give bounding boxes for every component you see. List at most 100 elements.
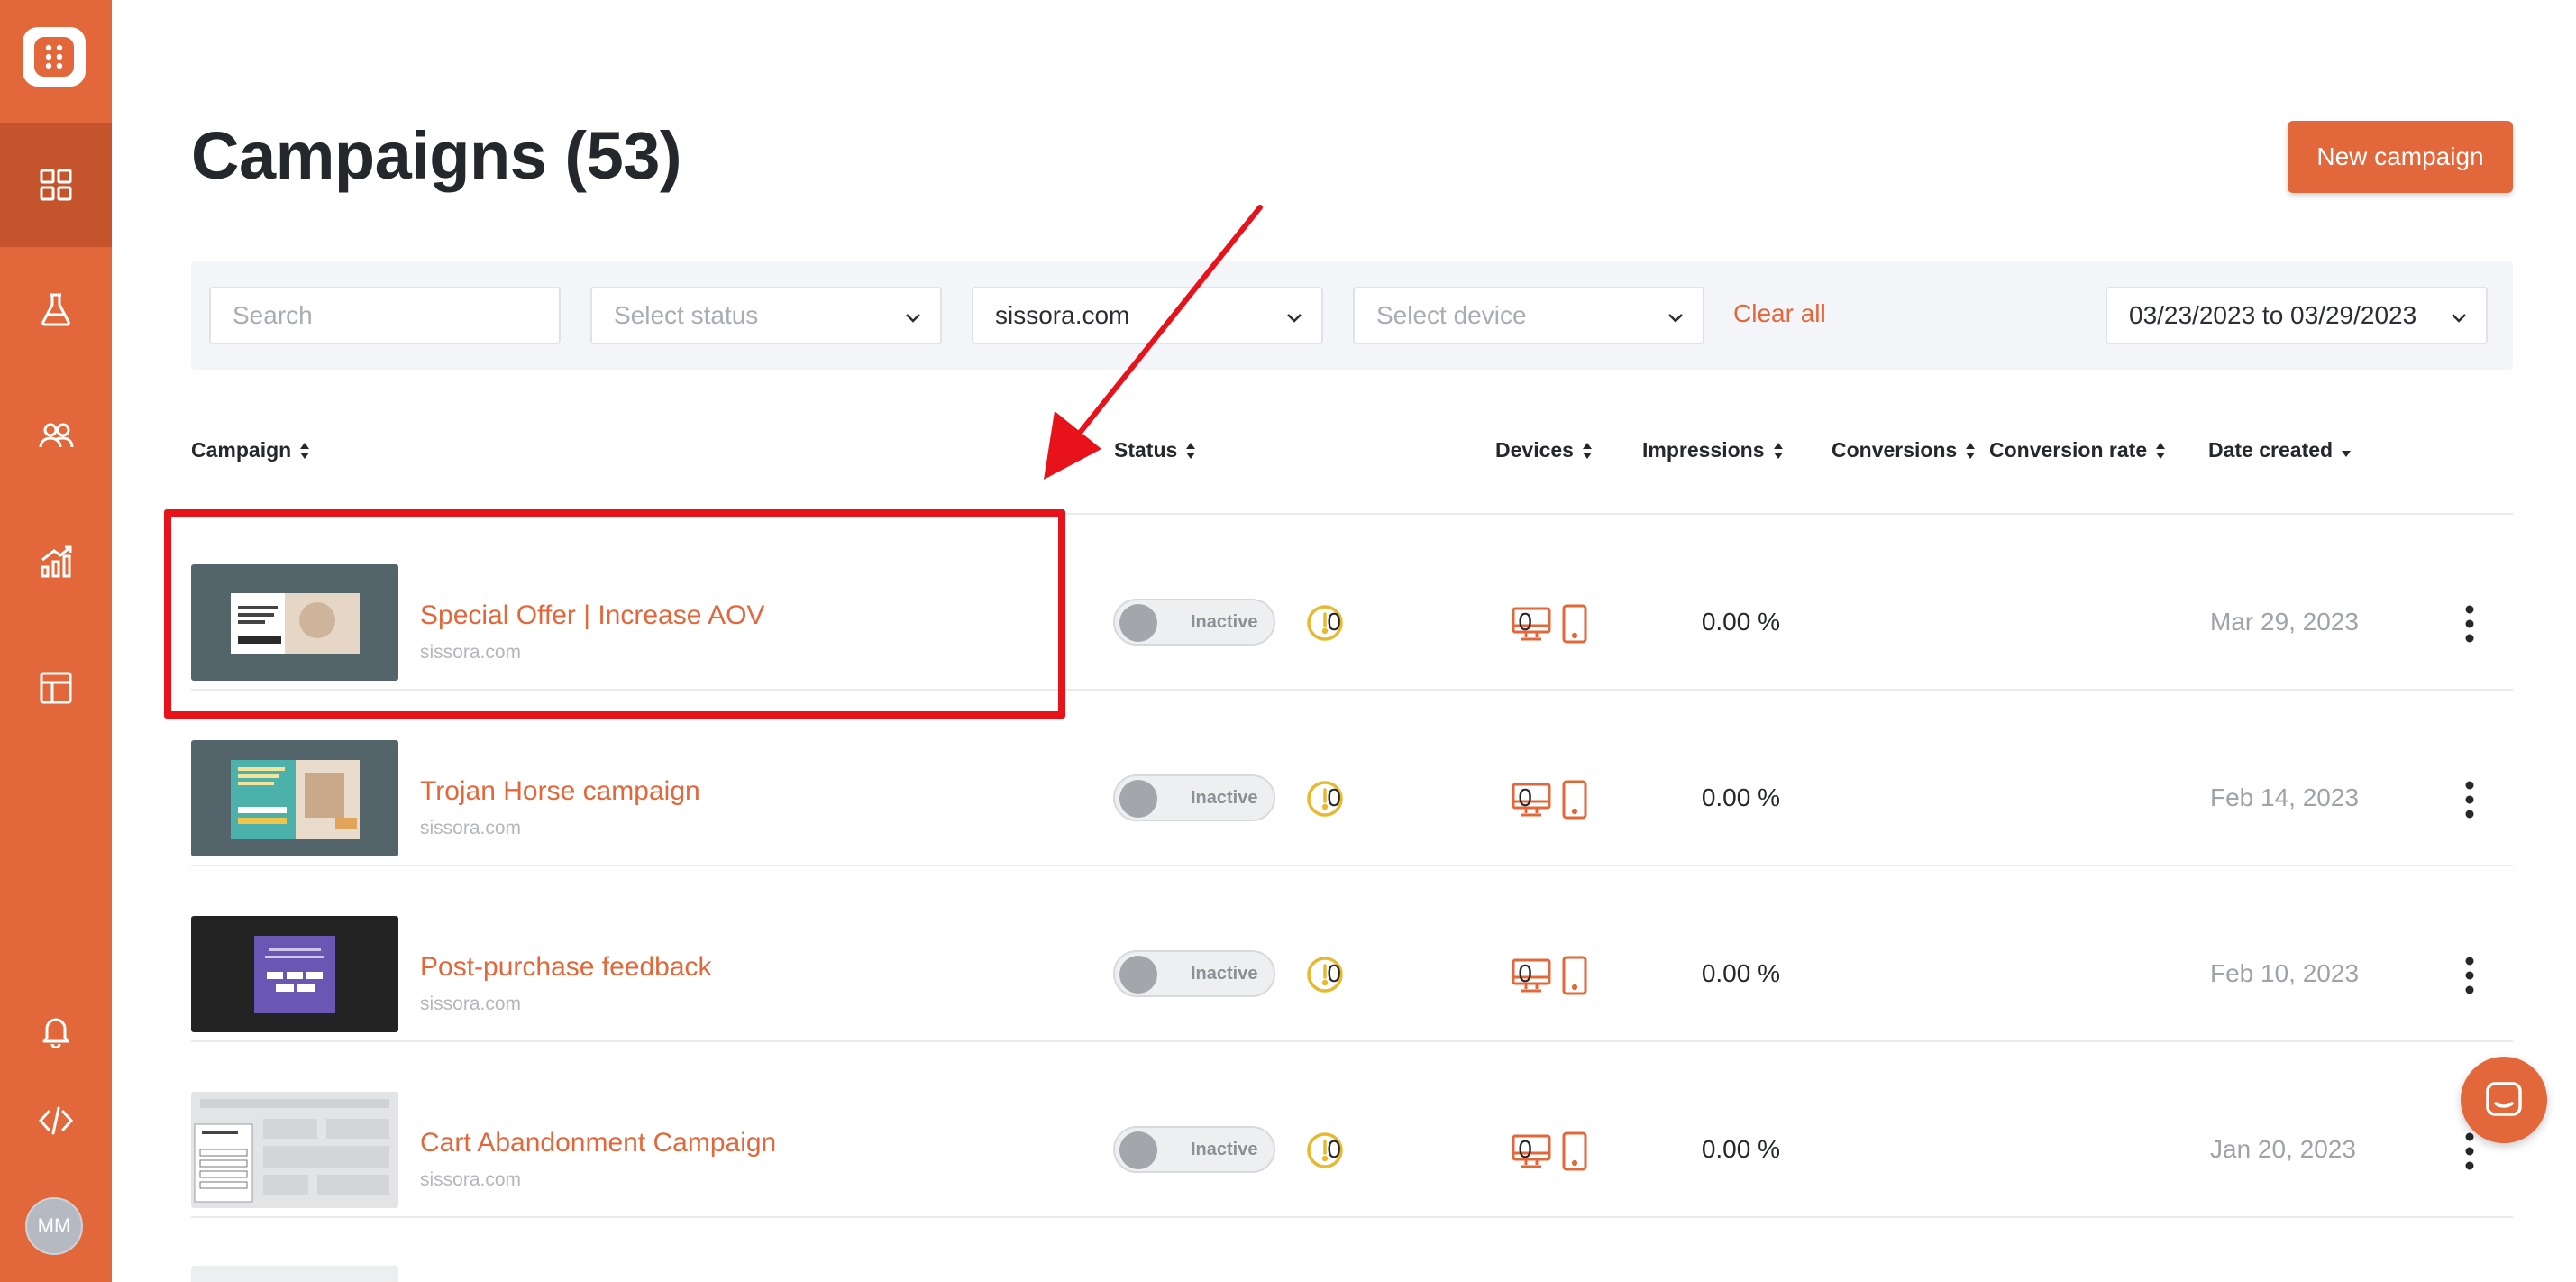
clear-all-link[interactable]: Clear all [1733, 299, 1826, 328]
column-header-impressions[interactable]: Impressions [1642, 438, 1785, 462]
status-toggle[interactable]: Inactive [1113, 1126, 1275, 1173]
more-options-icon[interactable] [2462, 955, 2477, 996]
mobile-icon [1562, 956, 1587, 995]
campaign-name-link[interactable]: Cart Abandonment Campaign [420, 1128, 776, 1158]
mobile-icon [1562, 1131, 1587, 1171]
toggle-knob [1119, 604, 1157, 642]
column-header-conversion-rate[interactable]: Conversion rate [1989, 438, 2167, 462]
bell-icon [42, 1018, 69, 1048]
new-campaign-button[interactable]: New campaign [2288, 121, 2513, 193]
status-label: Inactive [1191, 1140, 1258, 1159]
chat-launcher-button[interactable] [2461, 1057, 2547, 1143]
popup-preview-image [231, 593, 360, 654]
sort-icon [2156, 442, 2166, 459]
flask-icon [41, 293, 70, 326]
column-header-devices[interactable]: Devices [1495, 438, 1594, 462]
table-row[interactable]: Special Offer | Increase AOV sissora.com… [191, 515, 2513, 691]
conversions-value: 0 [1518, 783, 1532, 811]
sidebar-item-audience[interactable] [0, 373, 112, 498]
popup-preview-image [231, 760, 360, 839]
campaign-thumbnail-partial[interactable] [191, 1266, 398, 1282]
column-header-campaign[interactable]: Campaign [191, 438, 311, 462]
app-root: MM Campaigns (53) New campaign Search Se… [0, 0, 2576, 1282]
sidebar-item-code[interactable] [0, 1060, 112, 1181]
table-row[interactable]: Cart Abandonment Campaign sissora.com In… [191, 1042, 2513, 1218]
campaign-thumbnail[interactable] [191, 1092, 398, 1208]
campaign-thumbnail[interactable] [191, 916, 398, 1032]
search-input[interactable]: Search [209, 287, 561, 344]
device-select-placeholder: Select device [1376, 301, 1527, 329]
sidebar-item-dashboard[interactable] [0, 123, 112, 247]
impressions-value: 0 [1327, 783, 1341, 811]
conversion-rate-value: 0.00 % [1701, 608, 1780, 636]
filter-bar: Search Select status sissora.com Select … [191, 261, 2513, 370]
chevron-down-icon [906, 314, 920, 323]
code-icon [38, 1106, 74, 1135]
chat-icon [2486, 1082, 2522, 1116]
status-select-placeholder: Select status [614, 301, 759, 329]
toggle-knob [1119, 1131, 1157, 1169]
popup-preview-image [254, 936, 335, 1013]
conversion-rate-value: 0.00 % [1701, 959, 1780, 987]
column-header-conversions[interactable]: Conversions [1832, 438, 1977, 462]
campaign-domain: sissora.com [420, 818, 522, 838]
table-row[interactable]: Trojan Horse campaign sissora.com Inacti… [191, 691, 2513, 866]
toggle-knob [1119, 780, 1157, 818]
layout-template-icon [40, 672, 72, 704]
column-header-label: Campaign [191, 438, 292, 462]
page-title: Campaigns (53) [191, 118, 682, 193]
sidebar: MM [0, 0, 112, 1282]
campaign-domain: sissora.com [420, 642, 522, 663]
analytics-chart-icon [41, 545, 72, 578]
campaign-thumbnail[interactable] [191, 564, 398, 681]
date-range-value: 03/23/2023 to 03/29/2023 [2129, 301, 2417, 329]
campaign-domain: sissora.com [420, 1169, 522, 1190]
mobile-icon [1562, 780, 1587, 820]
conversion-rate-value: 0.00 % [1701, 783, 1780, 811]
chevron-down-icon [1668, 314, 1683, 323]
status-label: Inactive [1191, 612, 1258, 632]
impressions-value: 0 [1327, 959, 1341, 987]
status-toggle[interactable]: Inactive [1113, 599, 1275, 646]
sidebar-item-experiments[interactable] [0, 247, 112, 371]
popup-preview-image [194, 1099, 389, 1203]
date-created-value: Feb 14, 2023 [2210, 783, 2360, 811]
column-header-date-created[interactable]: Date created [2208, 438, 2352, 462]
avatar[interactable]: MM [25, 1197, 83, 1255]
campaign-name-link[interactable]: Post-purchase feedback [420, 952, 712, 983]
status-toggle[interactable]: Inactive [1113, 774, 1275, 821]
campaign-thumbnail[interactable] [191, 740, 398, 856]
column-header-label: Conversions [1832, 438, 1958, 462]
arrow-annotation [1044, 205, 1263, 480]
chevron-down-icon [2452, 314, 2466, 323]
status-toggle[interactable]: Inactive [1113, 950, 1275, 997]
date-range-picker[interactable]: 03/23/2023 to 03/29/2023 [2106, 287, 2488, 344]
logo-icon [34, 37, 74, 77]
sidebar-item-templates[interactable] [0, 626, 112, 750]
conversions-value: 0 [1518, 959, 1532, 987]
sort-icon [1773, 442, 1783, 459]
status-select[interactable]: Select status [590, 287, 942, 344]
column-header-label: Date created [2208, 438, 2334, 462]
sort-icon [300, 442, 310, 459]
more-options-icon[interactable] [2462, 779, 2477, 820]
more-options-icon[interactable] [2462, 1131, 2477, 1172]
date-created-value: Jan 20, 2023 [2210, 1135, 2356, 1163]
column-header-label: Devices [1495, 438, 1574, 462]
table-row[interactable]: Post-purchase feedback sissora.com Inact… [191, 866, 2513, 1042]
sidebar-item-analytics[interactable] [0, 499, 112, 624]
impressions-value: 0 [1327, 1135, 1341, 1163]
dashboard-grid-icon [40, 169, 72, 201]
row-divider [191, 1216, 2513, 1218]
campaign-name-link[interactable]: Trojan Horse campaign [420, 776, 700, 807]
date-created-value: Feb 10, 2023 [2210, 959, 2360, 987]
device-select[interactable]: Select device [1353, 287, 1704, 344]
campaign-name-link[interactable]: Special Offer | Increase AOV [420, 600, 764, 631]
sort-icon [1582, 442, 1592, 459]
sort-icon [1966, 442, 1976, 459]
sort-desc-icon [2342, 450, 2352, 457]
app-logo[interactable] [23, 27, 86, 87]
more-options-icon[interactable] [2462, 603, 2477, 645]
date-created-value: Mar 29, 2023 [2210, 608, 2359, 636]
campaign-domain: sissora.com [420, 994, 522, 1014]
